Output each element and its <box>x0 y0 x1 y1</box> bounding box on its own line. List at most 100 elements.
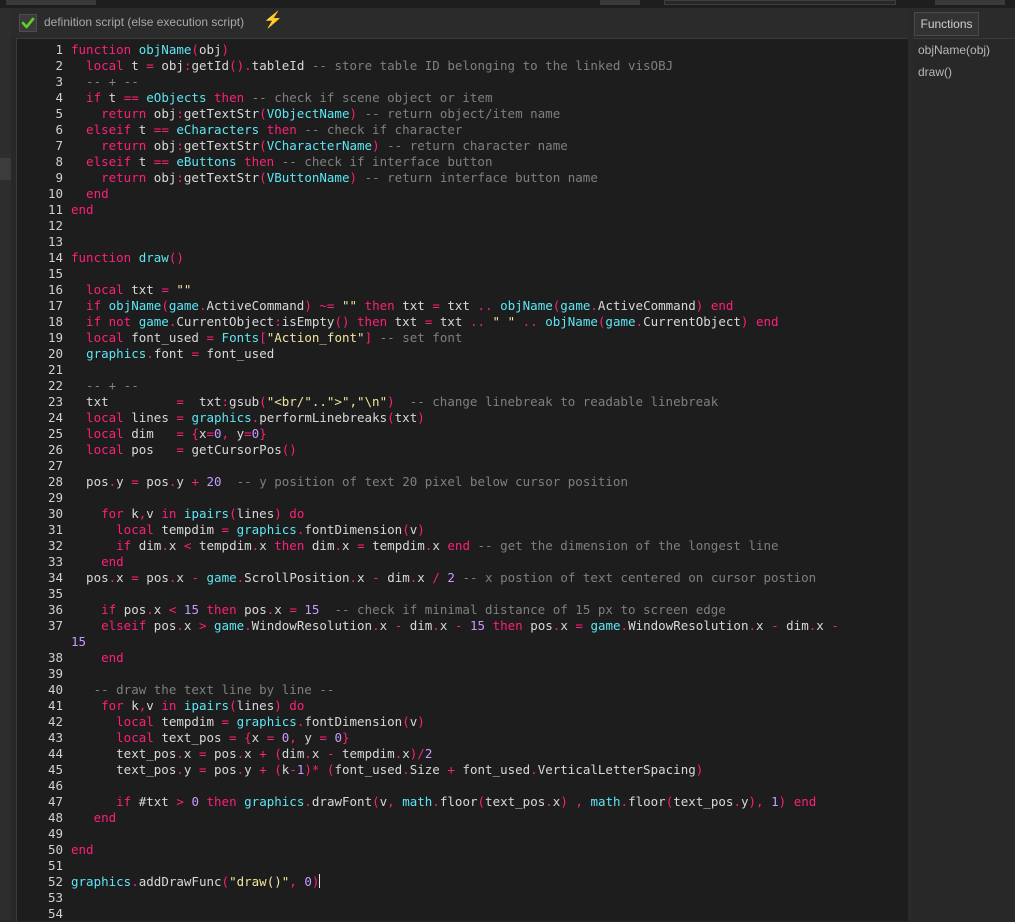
line-content: end <box>71 186 109 201</box>
line-number: 35 <box>47 586 63 601</box>
line-number: 11 <box>47 202 63 217</box>
function-item-draw[interactable]: draw() <box>918 64 952 80</box>
line-number: 6 <box>55 122 63 137</box>
line-number: 47 <box>47 794 63 809</box>
code-line[interactable]: 15 <box>19 266 907 282</box>
line-number: 16 <box>47 282 63 297</box>
line-content: if #txt > 0 then graphics.drawFont(v, ma… <box>71 794 817 809</box>
code-line[interactable]: 28 pos.y = pos.y + 20 -- y position of t… <box>19 474 907 490</box>
code-line[interactable]: 25 local dim = {x=0, y=0} <box>19 426 907 442</box>
code-line[interactable]: 13 <box>19 234 907 250</box>
code-editor[interactable]: 1 function objName(obj) 2 local t = obj:ge… <box>16 38 909 921</box>
line-number: 20 <box>47 346 63 361</box>
code-line[interactable]: 9 return obj:getTextStr(VButtonName) -- … <box>19 170 907 186</box>
code-line[interactable]: 51 <box>19 858 907 874</box>
definition-script-checkbox[interactable] <box>19 14 37 32</box>
line-content: return obj:getTextStr(VButtonName) -- re… <box>71 170 598 185</box>
code-line[interactable]: 37 elseif pos.x > game.WindowResolution.… <box>19 618 907 634</box>
line-number: 45 <box>47 762 63 777</box>
code-line[interactable]: 33 end <box>19 554 907 570</box>
code-line[interactable]: 47 if #txt > 0 then graphics.drawFont(v,… <box>19 794 907 810</box>
code-line[interactable]: 7 return obj:getTextStr(VCharacterName) … <box>19 138 907 154</box>
code-line[interactable]: 48 end <box>19 810 907 826</box>
code-line[interactable]: 16 local txt = "" <box>19 282 907 298</box>
code-line[interactable]: 27 <box>19 458 907 474</box>
code-line[interactable]: 22 -- + -- <box>19 378 907 394</box>
line-content: end <box>71 650 124 665</box>
line-number: 32 <box>47 538 63 553</box>
line-content: if dim.x < tempdim.x then dim.x = tempdi… <box>71 538 779 553</box>
line-number: 8 <box>55 154 63 169</box>
code-line[interactable]: 14 function draw() <box>19 250 907 266</box>
code-line[interactable]: 49 <box>19 826 907 842</box>
code-line[interactable]: 32 if dim.x < tempdim.x then dim.x = tem… <box>19 538 907 554</box>
code-line[interactable]: 38 end <box>19 650 907 666</box>
code-line[interactable]: 4 if t == eObjects then -- check if scen… <box>19 90 907 106</box>
line-content: return obj:getTextStr(VCharacterName) --… <box>71 138 568 153</box>
function-item-objname[interactable]: objName(obj) <box>918 42 990 58</box>
code-line[interactable]: 29 <box>19 490 907 506</box>
code-line[interactable]: 2 local t = obj:getId().tableId -- store… <box>19 58 907 74</box>
code-line[interactable]: 31 local tempdim = graphics.fontDimensio… <box>19 522 907 538</box>
line-number: 34 <box>47 570 63 585</box>
code-line[interactable]: 46 <box>19 778 907 794</box>
code-line[interactable]: 26 local pos = getCursorPos() <box>19 442 907 458</box>
lightning-bolt-icon[interactable]: ⚡ <box>263 11 283 31</box>
line-content: end <box>71 202 94 217</box>
line-content: elseif t == eCharacters then -- check if… <box>71 122 463 137</box>
code-line[interactable]: 1 function objName(obj) <box>19 42 907 58</box>
line-number: 4 <box>55 90 63 105</box>
line-number: 9 <box>55 170 63 185</box>
code-line[interactable]: 44 text_pos.x = pos.x + (dim.x - tempdim… <box>19 746 907 762</box>
line-number: 10 <box>47 186 63 201</box>
code-line[interactable]: 50 end <box>19 842 907 858</box>
line-content: local font_used = Fonts["Action_font"] -… <box>71 330 463 345</box>
line-number: 22 <box>47 378 63 393</box>
code-line[interactable]: 11 end <box>19 202 907 218</box>
code-line[interactable]: 10 end <box>19 186 907 202</box>
line-content: pos.y = pos.y + 20 -- y position of text… <box>71 474 628 489</box>
code-line[interactable]: 8 elseif t == eButtons then -- check if … <box>19 154 907 170</box>
line-content: graphics.font = font_used <box>86 346 275 361</box>
code-line[interactable]: 40 -- draw the text line by line -- <box>19 682 907 698</box>
line-number: 5 <box>55 106 63 121</box>
line-number: 7 <box>55 138 63 153</box>
code-line[interactable]: 20 graphics.font = font_used <box>19 346 907 362</box>
line-content: elseif t == eButtons then -- check if in… <box>71 154 493 169</box>
code-line[interactable]: 21 <box>19 362 907 378</box>
code-line[interactable]: 52 graphics.addDrawFunc("draw()", 0) <box>19 874 907 890</box>
line-number: 30 <box>47 506 63 521</box>
line-content: 15 <box>71 634 87 649</box>
code-line[interactable]: 5 return obj:getTextStr(VObjectName) -- … <box>19 106 907 122</box>
definition-script-label: definition script (else execution script… <box>44 15 245 29</box>
line-number: 21 <box>47 362 63 377</box>
code-line[interactable]: 34 pos.x = pos.x - game.ScrollPosition.x… <box>19 570 907 586</box>
code-line-wrap[interactable]: 15 <box>19 634 907 650</box>
code-line[interactable]: 35 <box>19 586 907 602</box>
code-line[interactable]: 3 -- + -- <box>19 74 907 90</box>
code-line[interactable]: 39 <box>19 666 907 682</box>
line-number: 48 <box>47 810 63 825</box>
line-content: end <box>71 810 117 825</box>
line-content: function draw() <box>71 250 184 265</box>
code-line[interactable]: 17 if objName(game.ActiveCommand) ~= "" … <box>19 298 907 314</box>
line-number: 33 <box>47 554 63 569</box>
code-line[interactable]: 30 for k,v in ipairs(lines) do <box>19 506 907 522</box>
code-line[interactable]: 42 local tempdim = graphics.fontDimensio… <box>19 714 907 730</box>
code-line[interactable]: 24 local lines = graphics.performLinebre… <box>19 410 907 426</box>
code-line[interactable]: 12 <box>19 218 907 234</box>
line-number: 14 <box>47 250 63 265</box>
code-line[interactable]: 18 if not game.CurrentObject:isEmpty() t… <box>19 314 907 330</box>
tab-functions[interactable]: Functions <box>914 12 979 36</box>
code-line[interactable]: 41 for k,v in ipairs(lines) do <box>19 698 907 714</box>
line-number: 40 <box>47 682 63 697</box>
code-line[interactable]: 36 if pos.x < 15 then pos.x = 15 -- chec… <box>19 602 907 618</box>
code-line[interactable]: 6 elseif t == eCharacters then -- check … <box>19 122 907 138</box>
code-line[interactable]: 45 text_pos.y = pos.y + (k-1)* (font_use… <box>19 762 907 778</box>
code-line[interactable]: 19 local font_used = Fonts["Action_font"… <box>19 330 907 346</box>
line-content: pos.x = pos.x - game.ScrollPosition.x - … <box>71 570 817 585</box>
code-line[interactable]: 53 <box>19 890 907 906</box>
checkmark-icon <box>21 17 35 29</box>
code-line[interactable]: 43 local text_pos = {x = 0, y = 0} <box>19 730 907 746</box>
code-line[interactable]: 23 txt = txt:gsub("<br/"..">","\n") -- c… <box>19 394 907 410</box>
